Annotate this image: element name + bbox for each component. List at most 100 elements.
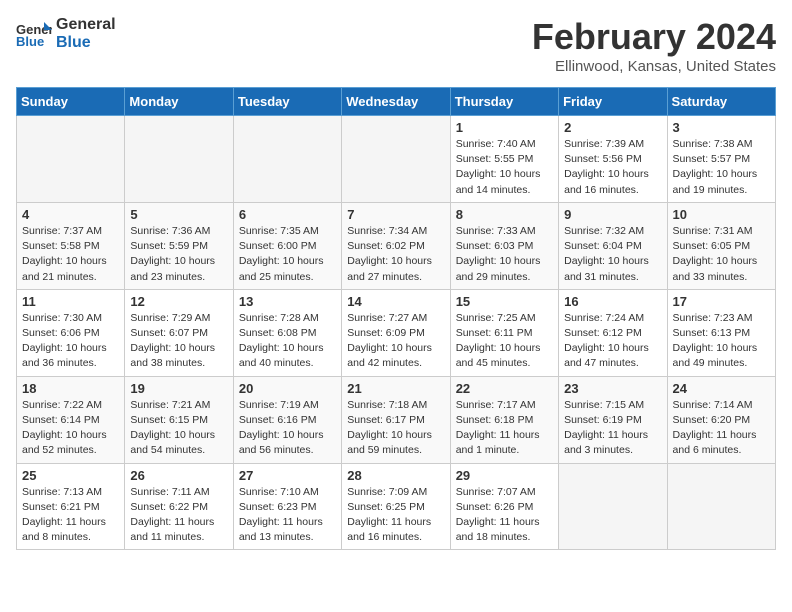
calendar-cell: 4Sunrise: 7:37 AM Sunset: 5:58 PM Daylig… [17, 202, 125, 289]
calendar-cell: 3 Sunrise: 7:38 AM Sunset: 5:57 PM Daylig… [667, 116, 775, 203]
calendar-cell [559, 463, 667, 550]
calendar-cell: 7 Sunrise: 7:34 AM Sunset: 6:02 PM Daylig… [342, 202, 450, 289]
calendar-cell: 22 Sunrise: 7:17 AM Sunset: 6:18 PM Dayli… [450, 376, 558, 463]
calendar-cell: 27 Sunrise: 7:10 AM Sunset: 6:23 PM Dayli… [233, 463, 341, 550]
calendar-cell: 18 Sunrise: 7:22 AM Sunset: 6:14 PM Dayli… [17, 376, 125, 463]
day-number: 17 [673, 294, 770, 309]
calendar-cell: 1Sunrise: 7:40 AM Sunset: 5:55 PM Daylig… [450, 116, 558, 203]
day-number: 28 [347, 468, 444, 483]
day-number: 19 [130, 381, 227, 396]
day-number: 3 [673, 120, 770, 135]
weekday-header-thursday: Thursday [450, 88, 558, 116]
day-number: 27 [239, 468, 336, 483]
day-number: 13 [239, 294, 336, 309]
day-info: Sunrise: 7:09 AM Sunset: 6:25 PM Dayligh… [347, 485, 444, 546]
day-number: 15 [456, 294, 553, 309]
day-number: 6 [239, 207, 336, 222]
day-info: Sunrise: 7:13 AM Sunset: 6:21 PM Dayligh… [22, 485, 119, 546]
day-info: Sunrise: 7:23 AM Sunset: 6:13 PM Dayligh… [673, 311, 770, 372]
calendar-cell: 14 Sunrise: 7:27 AM Sunset: 6:09 PM Dayli… [342, 289, 450, 376]
day-number: 7 [347, 207, 444, 222]
day-info: Sunrise: 7:21 AM Sunset: 6:15 PM Dayligh… [130, 398, 227, 459]
day-info: Sunrise: 7:22 AM Sunset: 6:14 PM Dayligh… [22, 398, 119, 459]
calendar-cell: 23 Sunrise: 7:15 AM Sunset: 6:19 PM Dayli… [559, 376, 667, 463]
logo-icon: General Blue [16, 20, 52, 48]
day-info: Sunrise: 7:07 AM Sunset: 6:26 PM Dayligh… [456, 485, 553, 546]
calendar-cell: 21 Sunrise: 7:18 AM Sunset: 6:17 PM Dayli… [342, 376, 450, 463]
calendar-cell: 15 Sunrise: 7:25 AM Sunset: 6:11 PM Dayli… [450, 289, 558, 376]
calendar-cell: 12Sunrise: 7:29 AM Sunset: 6:07 PM Dayli… [125, 289, 233, 376]
calendar-cell: 29 Sunrise: 7:07 AM Sunset: 6:26 PM Dayli… [450, 463, 558, 550]
weekday-header-wednesday: Wednesday [342, 88, 450, 116]
calendar-cell: 17 Sunrise: 7:23 AM Sunset: 6:13 PM Dayli… [667, 289, 775, 376]
day-number: 5 [130, 207, 227, 222]
day-number: 9 [564, 207, 661, 222]
day-info: Sunrise: 7:25 AM Sunset: 6:11 PM Dayligh… [456, 311, 553, 372]
calendar-cell [17, 116, 125, 203]
day-info: Sunrise: 7:31 AM Sunset: 6:05 PM Dayligh… [673, 224, 770, 285]
calendar-cell: 8 Sunrise: 7:33 AM Sunset: 6:03 PM Daylig… [450, 202, 558, 289]
day-number: 22 [456, 381, 553, 396]
day-info: Sunrise: 7:24 AM Sunset: 6:12 PM Dayligh… [564, 311, 661, 372]
logo: General Blue General Blue [16, 16, 116, 51]
calendar-cell: 6 Sunrise: 7:35 AM Sunset: 6:00 PM Daylig… [233, 202, 341, 289]
day-info: Sunrise: 7:33 AM Sunset: 6:03 PM Dayligh… [456, 224, 553, 285]
day-number: 10 [673, 207, 770, 222]
day-number: 4 [22, 207, 119, 222]
day-number: 14 [347, 294, 444, 309]
day-info: Sunrise: 7:36 AM Sunset: 5:59 PM Dayligh… [130, 224, 227, 285]
calendar-cell: 25 Sunrise: 7:13 AM Sunset: 6:21 PM Dayli… [17, 463, 125, 550]
calendar-cell: 20Sunrise: 7:19 AM Sunset: 6:16 PM Dayli… [233, 376, 341, 463]
calendar-cell [125, 116, 233, 203]
weekday-header-saturday: Saturday [667, 88, 775, 116]
calendar-cell: 2 Sunrise: 7:39 AM Sunset: 5:56 PM Daylig… [559, 116, 667, 203]
calendar-cell [233, 116, 341, 203]
calendar-table: SundayMondayTuesdayWednesdayThursdayFrid… [16, 87, 776, 550]
calendar-cell: 13 Sunrise: 7:28 AM Sunset: 6:08 PM Dayli… [233, 289, 341, 376]
day-info: Sunrise: 7:18 AM Sunset: 6:17 PM Dayligh… [347, 398, 444, 459]
day-info: Sunrise: 7:28 AM Sunset: 6:08 PM Dayligh… [239, 311, 336, 372]
weekday-header-sunday: Sunday [17, 88, 125, 116]
day-number: 24 [673, 381, 770, 396]
calendar-cell [342, 116, 450, 203]
weekday-header-tuesday: Tuesday [233, 88, 341, 116]
day-info: Sunrise: 7:32 AM Sunset: 6:04 PM Dayligh… [564, 224, 661, 285]
day-number: 21 [347, 381, 444, 396]
day-info: Sunrise: 7:30 AM Sunset: 6:06 PM Dayligh… [22, 311, 119, 372]
day-info: Sunrise: 7:38 AM Sunset: 5:57 PM Dayligh… [673, 137, 770, 198]
day-number: 29 [456, 468, 553, 483]
day-number: 25 [22, 468, 119, 483]
svg-text:Blue: Blue [16, 34, 44, 48]
day-info: Sunrise: 7:10 AM Sunset: 6:23 PM Dayligh… [239, 485, 336, 546]
day-number: 18 [22, 381, 119, 396]
calendar-cell: 28 Sunrise: 7:09 AM Sunset: 6:25 PM Dayli… [342, 463, 450, 550]
calendar-cell [667, 463, 775, 550]
calendar-subtitle: Ellinwood, Kansas, United States [532, 58, 776, 75]
day-number: 16 [564, 294, 661, 309]
day-info: Sunrise: 7:14 AM Sunset: 6:20 PM Dayligh… [673, 398, 770, 459]
day-info: Sunrise: 7:19 AM Sunset: 6:16 PM Dayligh… [239, 398, 336, 459]
day-info: Sunrise: 7:15 AM Sunset: 6:19 PM Dayligh… [564, 398, 661, 459]
day-number: 8 [456, 207, 553, 222]
day-info: Sunrise: 7:29 AM Sunset: 6:07 PM Dayligh… [130, 311, 227, 372]
day-number: 26 [130, 468, 227, 483]
title-block: February 2024 Ellinwood, Kansas, United … [532, 16, 776, 75]
weekday-header-friday: Friday [559, 88, 667, 116]
calendar-cell: 16 Sunrise: 7:24 AM Sunset: 6:12 PM Dayli… [559, 289, 667, 376]
day-info: Sunrise: 7:34 AM Sunset: 6:02 PM Dayligh… [347, 224, 444, 285]
day-info: Sunrise: 7:27 AM Sunset: 6:09 PM Dayligh… [347, 311, 444, 372]
day-number: 2 [564, 120, 661, 135]
day-number: 11 [22, 294, 119, 309]
page-header: General Blue General Blue February 2024 … [16, 16, 776, 75]
day-number: 23 [564, 381, 661, 396]
weekday-header-monday: Monday [125, 88, 233, 116]
day-info: Sunrise: 7:40 AM Sunset: 5:55 PM Dayligh… [456, 137, 553, 198]
calendar-cell: 10 Sunrise: 7:31 AM Sunset: 6:05 PM Dayli… [667, 202, 775, 289]
calendar-cell: 26Sunrise: 7:11 AM Sunset: 6:22 PM Dayli… [125, 463, 233, 550]
day-info: Sunrise: 7:17 AM Sunset: 6:18 PM Dayligh… [456, 398, 553, 459]
calendar-cell: 5 Sunrise: 7:36 AM Sunset: 5:59 PM Daylig… [125, 202, 233, 289]
day-info: Sunrise: 7:35 AM Sunset: 6:00 PM Dayligh… [239, 224, 336, 285]
calendar-title: February 2024 [532, 16, 776, 58]
day-info: Sunrise: 7:39 AM Sunset: 5:56 PM Dayligh… [564, 137, 661, 198]
calendar-cell: 19 Sunrise: 7:21 AM Sunset: 6:15 PM Dayli… [125, 376, 233, 463]
